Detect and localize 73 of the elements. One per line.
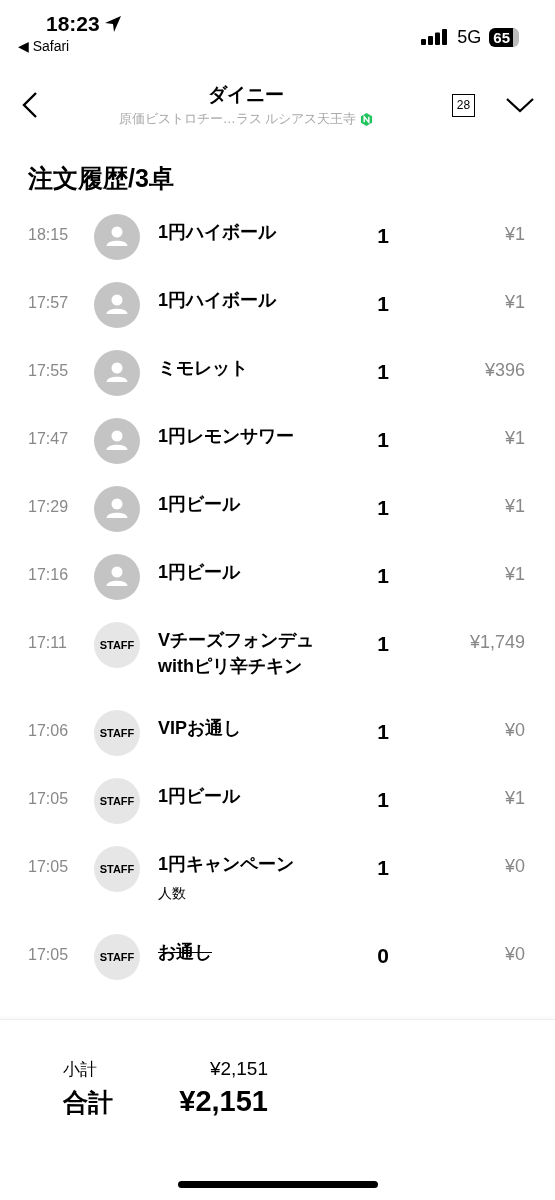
user-avatar-icon xyxy=(94,282,140,328)
order-time: 17:11 xyxy=(28,634,68,652)
location-arrow-icon xyxy=(103,15,122,33)
item-quantity: 1 xyxy=(376,496,390,520)
order-time: 17:16 xyxy=(28,566,70,584)
battery-indicator: 65 xyxy=(489,27,519,47)
item-name: お通し xyxy=(158,941,213,964)
subtotal-value: ¥2,151 xyxy=(208,1058,268,1080)
item-quantity: 1 xyxy=(376,856,390,880)
order-time: 18:15 xyxy=(28,226,70,244)
item-price: ¥1 xyxy=(503,292,525,313)
store-name: 原価ビストロチー…ラス ルシアス天王寺 xyxy=(118,110,357,128)
subtotal-label: 小計 xyxy=(63,1059,98,1081)
item-price: ¥1 xyxy=(503,564,525,585)
status-time: 18:23 xyxy=(46,12,100,36)
order-time: 17:29 xyxy=(28,498,70,516)
item-price: ¥1,749 xyxy=(468,632,525,653)
calendar-button[interactable]: 28 xyxy=(452,93,475,117)
item-name: 1円ハイボール xyxy=(158,221,278,244)
item-name: 1円ビール xyxy=(158,785,242,808)
item-quantity: 1 xyxy=(376,720,390,744)
total-label: 合計 xyxy=(63,1087,114,1118)
item-price: ¥0 xyxy=(503,944,525,965)
item-quantity: 1 xyxy=(376,292,390,316)
item-price: ¥1 xyxy=(503,224,525,245)
item-price: ¥1 xyxy=(503,496,525,517)
item-name: Vチーズフォンデュwithピリ辛チキン xyxy=(158,629,315,678)
app-logo-icon xyxy=(360,112,374,126)
item-quantity: 1 xyxy=(376,224,390,248)
back-icon[interactable] xyxy=(22,91,38,119)
staff-avatar: STAFF xyxy=(94,622,140,668)
user-avatar-icon xyxy=(94,350,140,396)
item-quantity: 0 xyxy=(376,944,390,968)
chevron-down-icon[interactable] xyxy=(505,97,535,113)
staff-avatar: STAFF xyxy=(94,778,140,824)
user-avatar-icon xyxy=(94,554,140,600)
item-price: ¥0 xyxy=(503,720,525,741)
signal-icon xyxy=(421,29,450,45)
item-name: 1円ハイボール xyxy=(158,289,278,312)
item-name: VIPお通し xyxy=(158,717,242,740)
order-time: 17:05 xyxy=(28,946,70,964)
total-value: ¥2,151 xyxy=(178,1085,268,1118)
network-label: 5G xyxy=(457,26,482,48)
item-quantity: 1 xyxy=(376,564,390,588)
item-name: 1円レモンサワー xyxy=(158,425,295,448)
shop-title: ダイニー xyxy=(208,83,284,107)
item-price: ¥1 xyxy=(503,788,525,809)
item-price: ¥1 xyxy=(503,428,525,449)
staff-avatar: STAFF xyxy=(94,934,140,980)
item-name: 1円キャンペーン xyxy=(158,853,295,876)
back-to-app-link[interactable]: ◀ Safari xyxy=(18,38,122,54)
item-quantity: 1 xyxy=(376,360,390,384)
user-avatar-icon xyxy=(94,486,140,532)
order-time: 17:05 xyxy=(28,858,70,876)
item-name: ミモレット xyxy=(158,357,249,380)
staff-avatar: STAFF xyxy=(94,710,140,756)
item-name: 1円ビール xyxy=(158,493,242,516)
order-time: 17:47 xyxy=(28,430,70,448)
item-quantity: 1 xyxy=(376,632,390,656)
user-avatar-icon xyxy=(94,418,140,464)
item-price: ¥0 xyxy=(503,856,525,877)
staff-avatar: STAFF xyxy=(94,846,140,892)
order-history-heading: 注文履歴/3卓 xyxy=(28,163,175,194)
user-avatar-icon xyxy=(94,214,140,260)
item-note: 人数 xyxy=(158,885,187,903)
order-time: 17:57 xyxy=(28,294,70,312)
item-quantity: 1 xyxy=(376,788,390,812)
order-time: 17:05 xyxy=(28,790,70,808)
item-quantity: 1 xyxy=(376,428,390,452)
item-price: ¥396 xyxy=(483,360,525,381)
item-name: 1円ビール xyxy=(158,561,242,584)
order-time: 17:55 xyxy=(28,362,70,380)
order-time: 17:06 xyxy=(28,722,70,740)
